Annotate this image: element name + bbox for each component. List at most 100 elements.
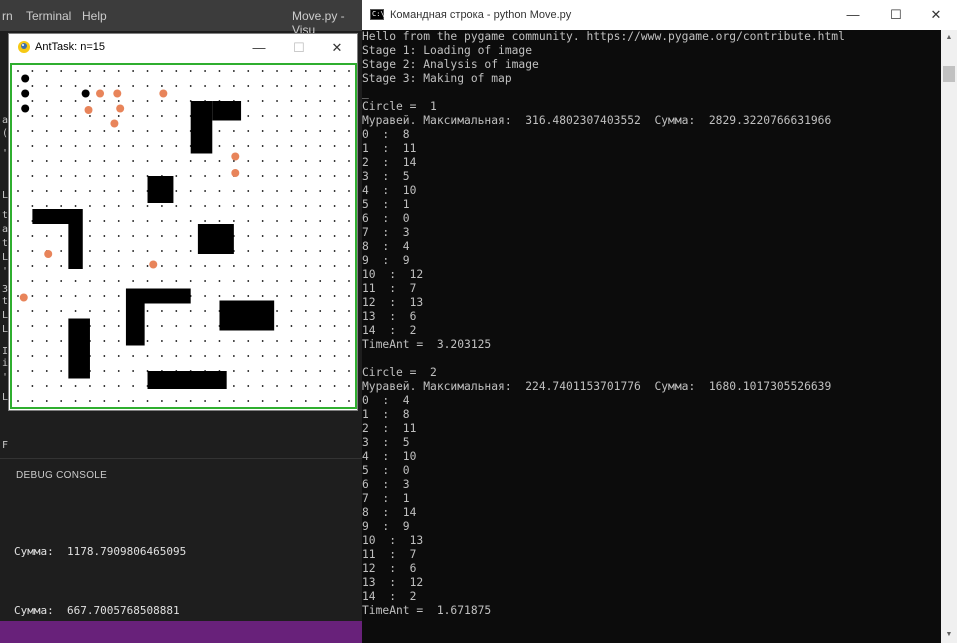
- grid-dot: [232, 400, 235, 402]
- grid-dot: [348, 325, 350, 327]
- grid-dot: [276, 100, 278, 102]
- grid-dot: [333, 190, 336, 192]
- grid-dot: [17, 115, 19, 117]
- grid-dot: [261, 85, 264, 87]
- debug-output-line: Сумма: 667.7005768508881: [14, 604, 180, 617]
- grid-dot: [161, 340, 163, 342]
- grid-dot: [261, 220, 264, 222]
- cmd-output-line: 2 : 11: [362, 422, 417, 435]
- grid-dot: [175, 175, 178, 177]
- grid-dot: [60, 130, 63, 132]
- grid-dot: [232, 280, 235, 282]
- grid-dot: [45, 280, 48, 282]
- grid-dot: [290, 205, 293, 207]
- grid-dot: [290, 250, 293, 252]
- grid-dot: [60, 85, 63, 87]
- grid-dot: [189, 250, 192, 252]
- cmd-output-line: 11 : 7: [362, 282, 417, 295]
- anttask-titlebar[interactable]: AntTask: n=15 — ☐ ✕: [9, 34, 357, 62]
- grid-dot: [348, 70, 350, 72]
- grid-dot: [17, 130, 19, 132]
- cmd-prompt-icon: C:\: [370, 9, 385, 20]
- grid-dot: [89, 385, 91, 387]
- scrollbar-thumb[interactable]: [943, 66, 955, 82]
- grid-dot: [276, 85, 278, 87]
- grid-dot: [31, 385, 34, 387]
- grid-dot: [218, 205, 221, 207]
- grid-dot: [333, 175, 336, 177]
- grid-dot: [60, 400, 63, 402]
- grid-dot: [31, 310, 34, 312]
- maximize-button[interactable]: ☐: [279, 34, 319, 62]
- cmd-output-line: [362, 352, 942, 366]
- obstacle: [219, 300, 275, 331]
- grid-dot: [60, 250, 63, 252]
- grid-dot: [117, 355, 120, 357]
- grid-dot: [218, 190, 221, 192]
- grid-dot: [161, 205, 163, 207]
- grid-dot: [117, 190, 120, 192]
- grid-dot: [117, 325, 120, 327]
- grid-dot: [304, 130, 307, 132]
- ant-map-canvas[interactable]: [10, 63, 357, 409]
- grid-dot: [161, 250, 163, 252]
- grid-dot: [247, 115, 250, 117]
- minimize-button[interactable]: —: [830, 0, 876, 30]
- grid-dot: [146, 250, 149, 252]
- scroll-up-arrow-icon[interactable]: ▲: [941, 30, 957, 46]
- grid-dot: [103, 115, 106, 117]
- grid-dot: [45, 70, 48, 72]
- cmd-title: Командная строка - python Move.py: [390, 9, 572, 21]
- grid-dot: [218, 130, 221, 132]
- minimize-button[interactable]: —: [239, 34, 279, 62]
- grid-dot: [276, 265, 278, 267]
- grid-dot: [31, 205, 34, 207]
- grid-dot: [333, 220, 336, 222]
- ant-node-black: [21, 89, 30, 98]
- menu-item-terminal[interactable]: Terminal: [26, 9, 71, 23]
- cmd-output-line: 6 : 0: [362, 212, 410, 225]
- grid-dot: [189, 190, 192, 192]
- grid-dot: [290, 355, 293, 357]
- grid-dot: [117, 130, 120, 132]
- grid-dot: [290, 400, 293, 402]
- grid-dot: [146, 100, 149, 102]
- debug-console-tab[interactable]: DEBUG CONSOLE: [16, 470, 107, 481]
- anttask-window[interactable]: AntTask: n=15 — ☐ ✕: [8, 33, 358, 411]
- grid-dot: [232, 265, 235, 267]
- grid-dot: [319, 265, 322, 267]
- grid-dot: [146, 265, 149, 267]
- grid-dot: [218, 160, 221, 162]
- grid-dot: [232, 370, 235, 372]
- cmd-titlebar[interactable]: C:\ Командная строка - python Move.py — …: [362, 0, 957, 30]
- debug-output-line: Сумма: 1178.7909806465095: [14, 545, 187, 558]
- grid-dot: [60, 235, 63, 237]
- grid-dot: [276, 190, 278, 192]
- cmd-window[interactable]: C:\ Командная строка - python Move.py — …: [362, 0, 957, 643]
- grid-dot: [146, 115, 149, 117]
- grid-dot: [103, 325, 106, 327]
- ant-orange: [84, 106, 93, 114]
- grid-dot: [60, 160, 63, 162]
- cmd-output[interactable]: Hello from the pygame community. https:/…: [362, 30, 942, 643]
- grid-dot: [161, 400, 163, 402]
- cmd-scrollbar[interactable]: ▲ ▼: [941, 30, 957, 643]
- grid-dot: [17, 310, 19, 312]
- grid-dot: [304, 355, 307, 357]
- grid-dot: [290, 220, 293, 222]
- close-button[interactable]: ✕: [317, 34, 357, 62]
- scroll-down-arrow-icon[interactable]: ▼: [941, 627, 957, 643]
- menu-item-help[interactable]: Help: [82, 9, 107, 23]
- grid-dot: [333, 325, 336, 327]
- grid-dot: [204, 310, 206, 312]
- grid-dot: [348, 145, 350, 147]
- grid-dot: [31, 325, 34, 327]
- grid-dot: [247, 145, 250, 147]
- grid-dot: [232, 385, 235, 387]
- close-button[interactable]: ✕: [913, 0, 957, 30]
- menu-item-run[interactable]: rn: [2, 9, 13, 23]
- grid-dot: [333, 145, 336, 147]
- grid-dot: [103, 265, 106, 267]
- grid-dot: [74, 160, 77, 162]
- grid-dot: [218, 220, 221, 222]
